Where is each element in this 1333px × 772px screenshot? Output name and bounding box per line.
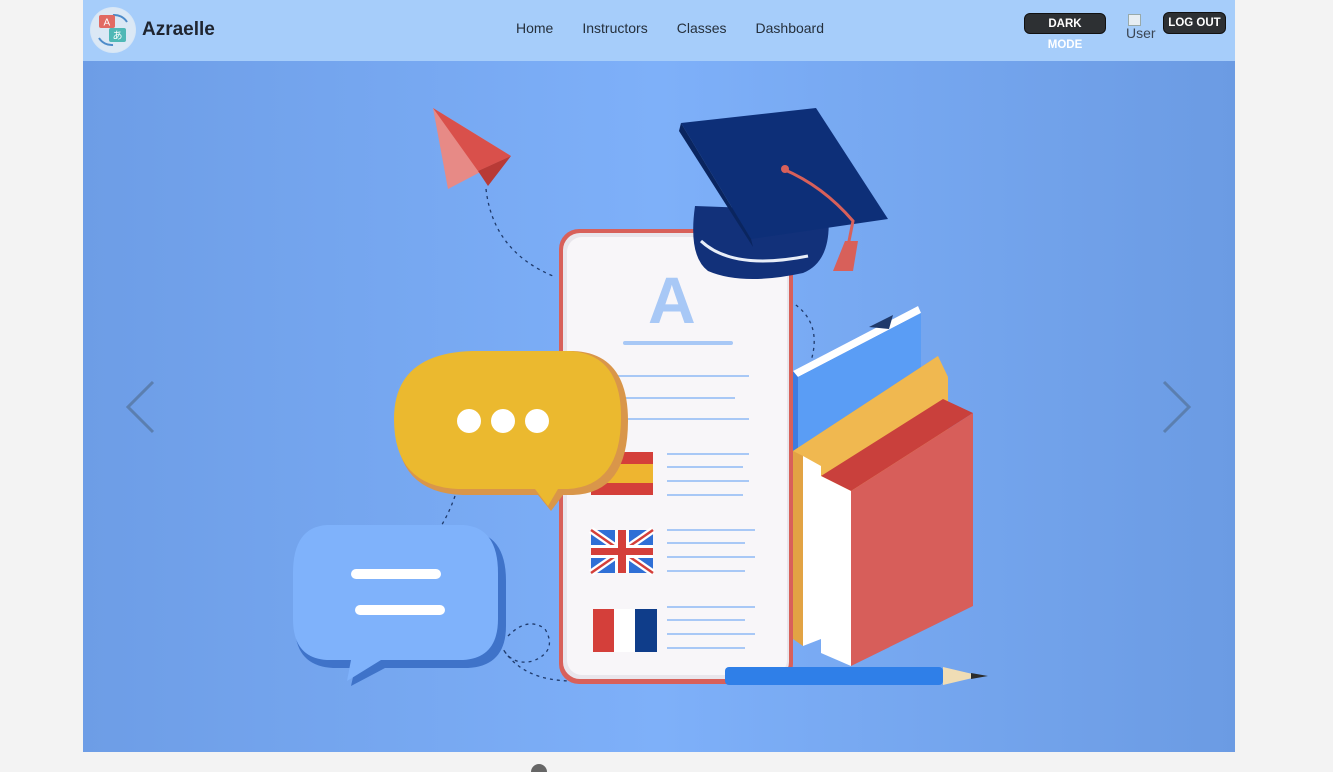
paper-plane-icon (433, 108, 511, 189)
illustration-letter: A (648, 263, 696, 337)
navbar: A あ Azraelle Home Instructors Classes Da… (83, 0, 1235, 61)
dark-mode-button[interactable]: DARK MODE (1024, 13, 1106, 51)
pencil-icon (725, 667, 988, 685)
logout-button[interactable]: LOG OUT (1163, 12, 1226, 34)
user-avatar-alt-text: User (1126, 25, 1156, 41)
chat-bubble-yellow-icon (394, 351, 628, 511)
chat-bubble-blue-icon (293, 525, 506, 686)
main-nav: Home Instructors Classes Dashboard (516, 20, 853, 36)
uk-flag-icon (589, 527, 655, 576)
svg-text:A: A (104, 18, 111, 29)
books-stack-icon (793, 306, 973, 666)
france-flag-icon (593, 609, 657, 652)
nav-link-instructors[interactable]: Instructors (582, 20, 647, 36)
translate-logo-icon: A あ (90, 7, 136, 53)
nav-link-classes[interactable]: Classes (677, 20, 727, 36)
nav-link-dashboard[interactable]: Dashboard (756, 20, 825, 36)
language-learning-illustration: A (293, 108, 988, 686)
brand-name: Azraelle (142, 19, 215, 40)
graduation-cap-icon (679, 108, 888, 280)
nav-link-home[interactable]: Home (516, 20, 553, 36)
user-avatar[interactable]: User (1126, 14, 1158, 44)
svg-text:あ: あ (113, 30, 123, 42)
hero-carousel: A (83, 61, 1235, 752)
page-container: A あ Azraelle Home Instructors Classes Da… (83, 0, 1235, 768)
brand[interactable]: A あ Azraelle (90, 7, 215, 53)
